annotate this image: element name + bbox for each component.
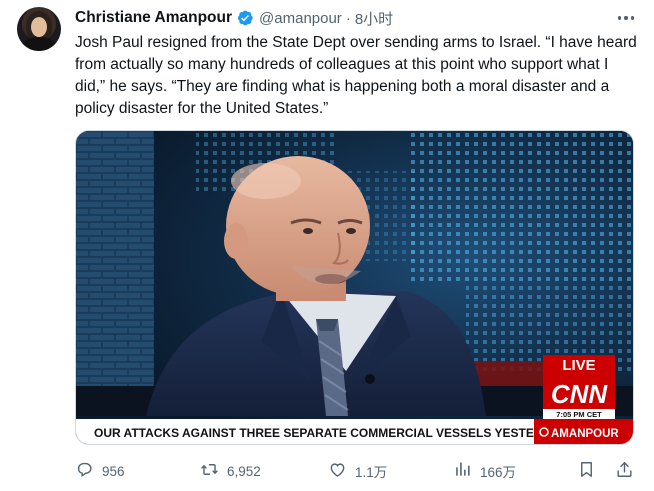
timestamp[interactable]: 8小时	[355, 8, 393, 29]
retweet-button[interactable]: 6,952	[200, 459, 261, 483]
heart-icon	[328, 460, 347, 482]
like-button[interactable]: 1.1万	[328, 459, 387, 483]
action-bar: 956 6,952 1.1万 166万	[75, 459, 640, 483]
clock-time: 7:05 PM CET	[556, 410, 602, 419]
share-icon	[615, 460, 634, 482]
separator-dot: ·	[345, 9, 351, 27]
views-chart-icon	[453, 460, 472, 482]
view-count: 166万	[480, 465, 517, 480]
news-ticker: OUR ATTACKS AGAINST THREE SEPARATE COMME…	[94, 426, 567, 440]
like-count: 1.1万	[355, 465, 388, 480]
retweet-icon	[200, 460, 219, 482]
more-options-icon[interactable]	[614, 7, 638, 29]
views-button[interactable]: 166万	[453, 459, 516, 483]
retweet-count: 6,952	[227, 463, 261, 479]
verified-badge-icon[interactable]	[236, 9, 254, 27]
tweet-media-video[interactable]: LIVE CNN 7:05 PM CET OUR ATTACKS AGAINST…	[75, 130, 634, 445]
reply-count: 956	[102, 463, 125, 479]
tweet-header: Christiane Amanpour @amanpour · 8小时	[75, 7, 393, 29]
show-name: AMANPOUR	[551, 428, 619, 440]
live-label: LIVE	[562, 357, 595, 374]
reply-button[interactable]: 956	[75, 459, 125, 483]
avatar[interactable]	[17, 7, 61, 51]
reply-icon	[75, 460, 94, 482]
author-name[interactable]: Christiane Amanpour	[75, 9, 232, 27]
tweet-text: Josh Paul resigned from the State Dept o…	[75, 34, 637, 117]
tweet-card[interactable]: Christiane Amanpour @amanpour · 8小时 Josh…	[0, 0, 654, 491]
author-handle[interactable]: @amanpour	[259, 10, 342, 27]
bookmark-button[interactable]	[577, 459, 596, 483]
bookmark-icon	[577, 460, 596, 482]
cnn-logo: CNN	[551, 379, 609, 409]
share-button[interactable]	[615, 459, 634, 483]
